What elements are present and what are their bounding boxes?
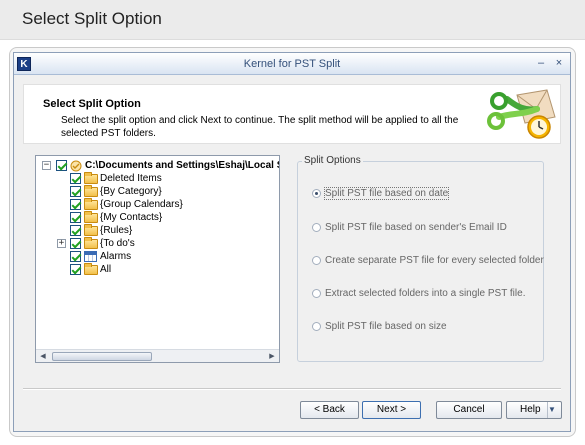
tree-item[interactable]: All	[36, 263, 279, 276]
scroll-left-icon[interactable]: ◀	[37, 351, 49, 362]
folder-icon	[84, 172, 98, 184]
cancel-button[interactable]: Cancel	[436, 401, 502, 419]
option-label[interactable]: Create separate PST file for every selec…	[325, 255, 544, 266]
expand-icon[interactable]: +	[57, 239, 66, 248]
chevron-down-icon[interactable]: ▼	[547, 402, 561, 418]
tree-root-row[interactable]: − C:\Documents and Settings\Eshaj\Local …	[36, 159, 279, 172]
tree-item[interactable]: Alarms	[36, 250, 279, 263]
wizard-window: K Kernel for PST Split – × Select Split …	[13, 52, 571, 432]
footer-separator	[23, 388, 561, 390]
wizard-header-panel: Select Split Option Select the split opt…	[23, 84, 561, 144]
option-label[interactable]: Split PST file based on date	[323, 187, 450, 200]
window-titlebar[interactable]: K Kernel for PST Split – ×	[14, 53, 570, 75]
folder-icon	[84, 211, 98, 223]
tree-item-label: {To do's	[100, 238, 135, 249]
pst-file-icon	[70, 160, 82, 172]
window-title: Kernel for PST Split	[243, 58, 341, 70]
close-button[interactable]: ×	[552, 57, 566, 70]
tree-item[interactable]: {Rules}	[36, 224, 279, 237]
tree-item-label: {By Category}	[100, 186, 162, 197]
collapse-icon[interactable]: −	[42, 161, 51, 170]
split-options-legend: Split Options	[302, 155, 363, 166]
calendar-icon	[84, 251, 97, 262]
checkbox-checked-icon[interactable]	[70, 238, 81, 249]
tree-item[interactable]: {My Contacts}	[36, 211, 279, 224]
horizontal-scrollbar[interactable]: ◀ ▶	[36, 349, 279, 362]
tree-item-label: Deleted Items	[100, 173, 162, 184]
tree-item-label: Alarms	[100, 251, 132, 262]
radio-icon[interactable]	[312, 322, 321, 331]
checkbox-checked-icon[interactable]	[70, 186, 81, 197]
option-label[interactable]: Extract selected folders into a single P…	[325, 288, 525, 299]
tree-item-label: {Group Calendars}	[100, 199, 183, 210]
next-button[interactable]: Next >	[362, 401, 421, 419]
back-button[interactable]: < Back	[300, 401, 359, 419]
option-label[interactable]: Split PST file based on sender's Email I…	[325, 222, 507, 233]
tree-item[interactable]: {Group Calendars}	[36, 198, 279, 211]
folder-icon	[84, 237, 98, 249]
tree-root-label: C:\Documents and Settings\Eshaj\Local S	[85, 160, 280, 171]
help-button[interactable]: Help ▼	[506, 401, 562, 419]
scrollbar-thumb[interactable]	[52, 352, 152, 361]
tree-item-label: {My Contacts}	[100, 212, 163, 223]
folder-icon	[84, 185, 98, 197]
help-label: Help	[520, 404, 541, 415]
wizard-step-title: Select Split Option	[43, 98, 141, 110]
radio-selected-icon[interactable]	[312, 189, 321, 198]
checkbox-checked-icon[interactable]	[70, 212, 81, 223]
checkbox-checked-icon[interactable]	[56, 160, 67, 171]
scroll-right-icon[interactable]: ▶	[266, 351, 278, 362]
folder-icon	[84, 198, 98, 210]
folder-tree[interactable]: − C:\Documents and Settings\Eshaj\Local …	[35, 155, 280, 363]
page-header: Select Split Option	[0, 0, 585, 40]
checkbox-checked-icon[interactable]	[70, 264, 81, 275]
tree-item[interactable]: + {To do's	[36, 237, 279, 250]
radio-icon[interactable]	[312, 289, 321, 298]
checkbox-checked-icon[interactable]	[70, 225, 81, 236]
tree-item[interactable]: Deleted Items	[36, 172, 279, 185]
checkbox-checked-icon[interactable]	[70, 251, 81, 262]
folder-icon	[84, 224, 98, 236]
tree-item-label: {Rules}	[100, 225, 133, 236]
radio-icon[interactable]	[312, 223, 321, 232]
option-label[interactable]: Split PST file based on size	[325, 321, 447, 332]
wizard-step-description: Select the split option and click Next t…	[61, 115, 459, 139]
scissors-clock-envelope-icon	[487, 89, 556, 139]
split-options-group: Split Options Split PST file based on da…	[297, 155, 544, 362]
page-title: Select Split Option	[22, 9, 162, 28]
folder-icon	[84, 263, 98, 275]
radio-icon[interactable]	[312, 256, 321, 265]
tree-item[interactable]: {By Category}	[36, 185, 279, 198]
checkbox-checked-icon[interactable]	[70, 173, 81, 184]
minimize-button[interactable]: –	[534, 57, 548, 70]
tree-item-label: All	[100, 264, 112, 275]
checkbox-checked-icon[interactable]	[70, 199, 81, 210]
